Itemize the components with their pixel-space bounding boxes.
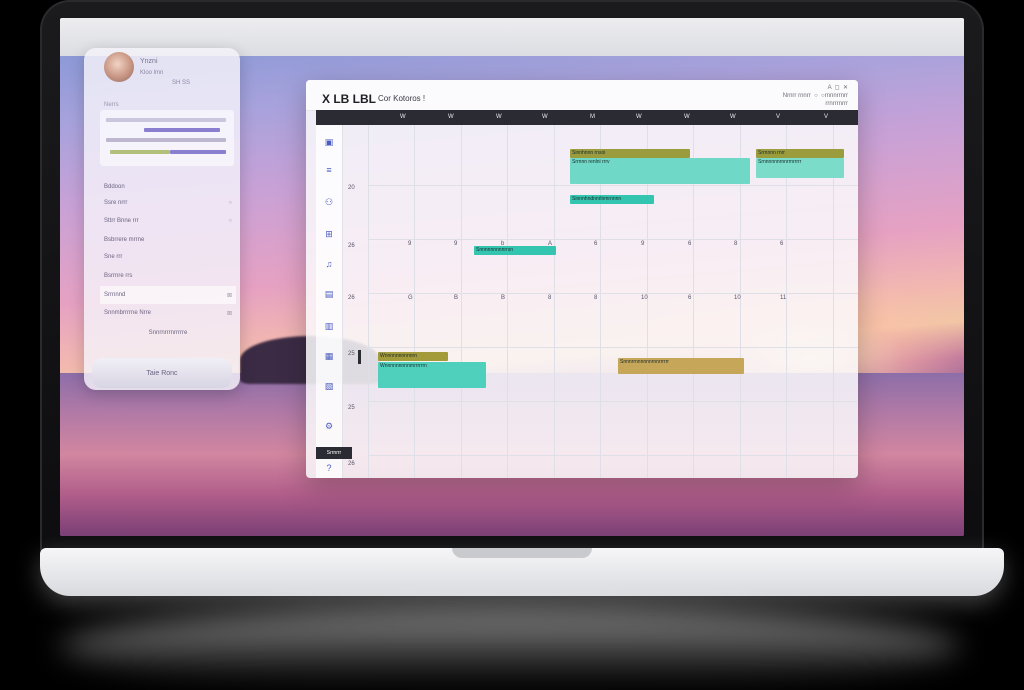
- profile-name: Ynzni: [140, 58, 158, 65]
- sidebar-item[interactable]: Ssre nrrr ○: [100, 194, 236, 212]
- calendar-toolbar[interactable]: A ◻ ✕ Nrnrr rnnrr ○ ○rnnnrrnrr rrnrrrnrr…: [783, 84, 848, 108]
- sidebar-section-label: Nerrs: [104, 102, 119, 108]
- mini-calendar[interactable]: [100, 110, 234, 166]
- week-number: 25: [348, 351, 355, 357]
- sidebar-item-label: Ssre nrrr: [104, 200, 128, 206]
- calendar-event[interactable]: Srrnnnn rnrr: [756, 149, 844, 158]
- calendar-event[interactable]: Wnnnnnnnnnnrn: [378, 352, 448, 361]
- calendar-icon[interactable]: ▣: [324, 137, 334, 147]
- calendar-event[interactable]: Srnnnnnnrnnrrnrrrrr: [756, 158, 844, 178]
- mini-cal-bar: [110, 150, 170, 154]
- day-header: W: [448, 114, 454, 120]
- bell-icon[interactable]: ♫: [324, 259, 334, 269]
- sidebar-item-tag: ○: [228, 218, 232, 224]
- day-header: V: [824, 114, 829, 120]
- day-header: W: [496, 114, 502, 120]
- date-number[interactable]: 8: [734, 241, 737, 247]
- calendar-window: X LB LBL Cor Kotoros ! A ◻ ✕ Nrnrr rnnrr…: [306, 80, 858, 478]
- date-number[interactable]: 6: [594, 241, 597, 247]
- calendar-event[interactable]: Srrnnn renlni rrrv: [570, 158, 750, 184]
- sidebar-item[interactable]: Snnmbrrrrne Nrre ⊠: [100, 304, 236, 322]
- day-header: W: [684, 114, 690, 120]
- current-time-marker: [358, 350, 361, 364]
- calendar-event[interactable]: Sinnhnnn rnsoi: [570, 149, 690, 158]
- sidebar-item-label: Snnmbrrrrne Nrre: [104, 310, 152, 316]
- calendar-title: X LB LBL: [322, 92, 376, 106]
- date-number[interactable]: 6: [688, 241, 691, 247]
- sidebar-item-tag: ⊠: [226, 292, 232, 299]
- calendar-event[interactable]: Snnnrrnnnnnnrnnrrrrrr: [618, 358, 744, 374]
- date-number[interactable]: 6: [780, 241, 783, 247]
- date-number[interactable]: B: [454, 295, 458, 301]
- week-number: 25: [348, 405, 355, 411]
- sidebar-item[interactable]: Snnrnrrrnrrrrre: [100, 324, 236, 342]
- inbox-icon[interactable]: ▦: [324, 351, 334, 361]
- chart-icon[interactable]: ▥: [324, 321, 334, 331]
- date-number[interactable]: 10: [641, 295, 648, 301]
- sidebar-item-label: Bsbrrere mrrne: [104, 237, 145, 243]
- week-number: 26: [348, 295, 355, 301]
- avatar[interactable]: [104, 52, 134, 82]
- sidebar-item-label: Srrnnnd: [104, 292, 126, 298]
- sidebar-item-label: Sne rrr: [104, 254, 123, 260]
- week-numbers: 20 26 26 25 25 26: [344, 125, 366, 478]
- week-number: 20: [348, 185, 355, 191]
- sidebar-item-tag: ○: [228, 200, 232, 206]
- calendar-subtitle: Cor Kotoros !: [378, 94, 426, 103]
- sidebar-item-active[interactable]: Srrnnnd ⊠: [100, 286, 236, 304]
- profile-stats: SH SS: [172, 80, 191, 86]
- calendar-grid[interactable]: 9 9 b A 6 9 6 8 6 G B B 8 8 10 6 10 11 S…: [368, 125, 858, 478]
- date-number[interactable]: 11: [780, 295, 786, 301]
- day-header: W: [636, 114, 642, 120]
- doc-icon[interactable]: ▤: [324, 289, 334, 299]
- date-number[interactable]: G: [408, 295, 413, 301]
- sidebar-item[interactable]: Bsrrnre rrs: [100, 267, 236, 285]
- profile-meta: Kloo lmn: [140, 70, 164, 76]
- settings-icon[interactable]: ⚙: [324, 421, 334, 431]
- help-icon[interactable]: ?: [324, 463, 334, 473]
- mini-cal-bar: [106, 138, 226, 142]
- mini-cal-bar: [170, 150, 226, 154]
- folder-icon[interactable]: ▧: [324, 381, 334, 391]
- calendar-header: X LB LBL Cor Kotoros ! A ◻ ✕ Nrnrr rnnrr…: [306, 80, 858, 111]
- sidebar-item[interactable]: Bsbrrere mrrne: [100, 231, 236, 249]
- day-header: M: [590, 114, 595, 120]
- date-number[interactable]: 8: [548, 295, 551, 301]
- laptop-notch: [452, 548, 592, 558]
- day-header: W: [542, 114, 548, 120]
- sidebar-item-tag: ⊠: [226, 310, 232, 317]
- week-number: 26: [348, 461, 355, 467]
- mini-cal-bar: [106, 118, 226, 122]
- sidebar-item[interactable]: Sttrr Bnne rrr ○: [100, 212, 236, 230]
- date-number[interactable]: 9: [408, 241, 411, 247]
- sidebar-item-label: Bddoon: [104, 184, 125, 190]
- date-number[interactable]: 8: [594, 295, 597, 301]
- date-number[interactable]: 9: [641, 241, 644, 247]
- mini-cal-bar: [144, 128, 220, 132]
- day-header: V: [776, 114, 781, 120]
- sidebar-item[interactable]: Sne rrr: [100, 248, 236, 266]
- grid-icon[interactable]: ⊞: [324, 229, 334, 239]
- date-number[interactable]: 10: [734, 295, 741, 301]
- date-number[interactable]: B: [501, 295, 505, 301]
- list-icon[interactable]: ≡: [324, 165, 334, 175]
- sidebar-item-label: Sttrr Bnne rrr: [104, 218, 139, 224]
- people-icon[interactable]: ⚇: [324, 197, 334, 207]
- sidebar-action-button[interactable]: Taie Ronc: [92, 358, 232, 388]
- calendar-event[interactable]: Snnnnnnnnnrrsn: [474, 246, 556, 255]
- date-number[interactable]: 9: [454, 241, 457, 247]
- calendar-day-header-row: W W W W M W W W V V: [316, 110, 858, 125]
- week-number: 26: [348, 243, 355, 249]
- sidebar-item-label: Snnrnrrrnrrrrre: [148, 330, 188, 336]
- laptop-reflection: [60, 606, 960, 686]
- calendar-event[interactable]: Wnnnnnnnnnrnrrrrrrn: [378, 362, 486, 388]
- sidebar-item-label: Bsrrnre rrs: [104, 273, 133, 279]
- calendar-event[interactable]: Sinnnhndnnrlnmrnnnn: [570, 195, 654, 204]
- day-header: W: [400, 114, 406, 120]
- calendar-left-rail: ▣ ≡ ⚇ ⊞ ♫ ▤ ▥ ▦ ▧ ⚙ ? Srrnrrr: [316, 125, 352, 478]
- day-header: W: [730, 114, 736, 120]
- date-number[interactable]: 6: [688, 295, 691, 301]
